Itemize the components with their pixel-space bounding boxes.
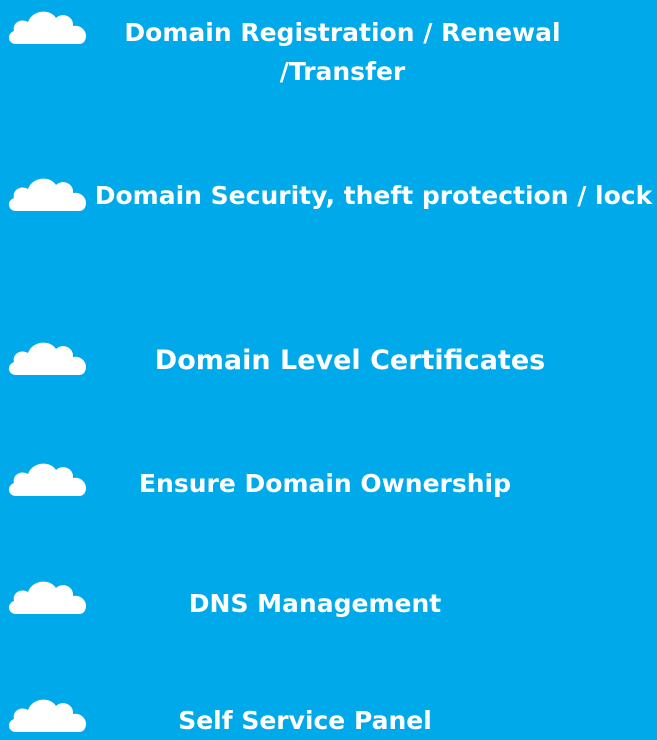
feature-label: Ensure Domain Ownership [138, 469, 512, 498]
cloud-icon [6, 4, 90, 48]
feature-label: DNS Management [188, 589, 442, 618]
cloud-icon [6, 692, 90, 736]
cloud-icon [6, 171, 90, 215]
feature-label: Self Service Panel [178, 706, 432, 735]
cloud-icon [6, 574, 90, 618]
feature-label: Domain Level Certificates [154, 345, 546, 376]
feature-label: Domain Registration / Renewal /Transfer [124, 18, 561, 86]
feature-label: Domain Security, theft protection / lock [94, 181, 653, 210]
cloud-icon [6, 335, 90, 379]
cloud-icon [6, 456, 90, 500]
